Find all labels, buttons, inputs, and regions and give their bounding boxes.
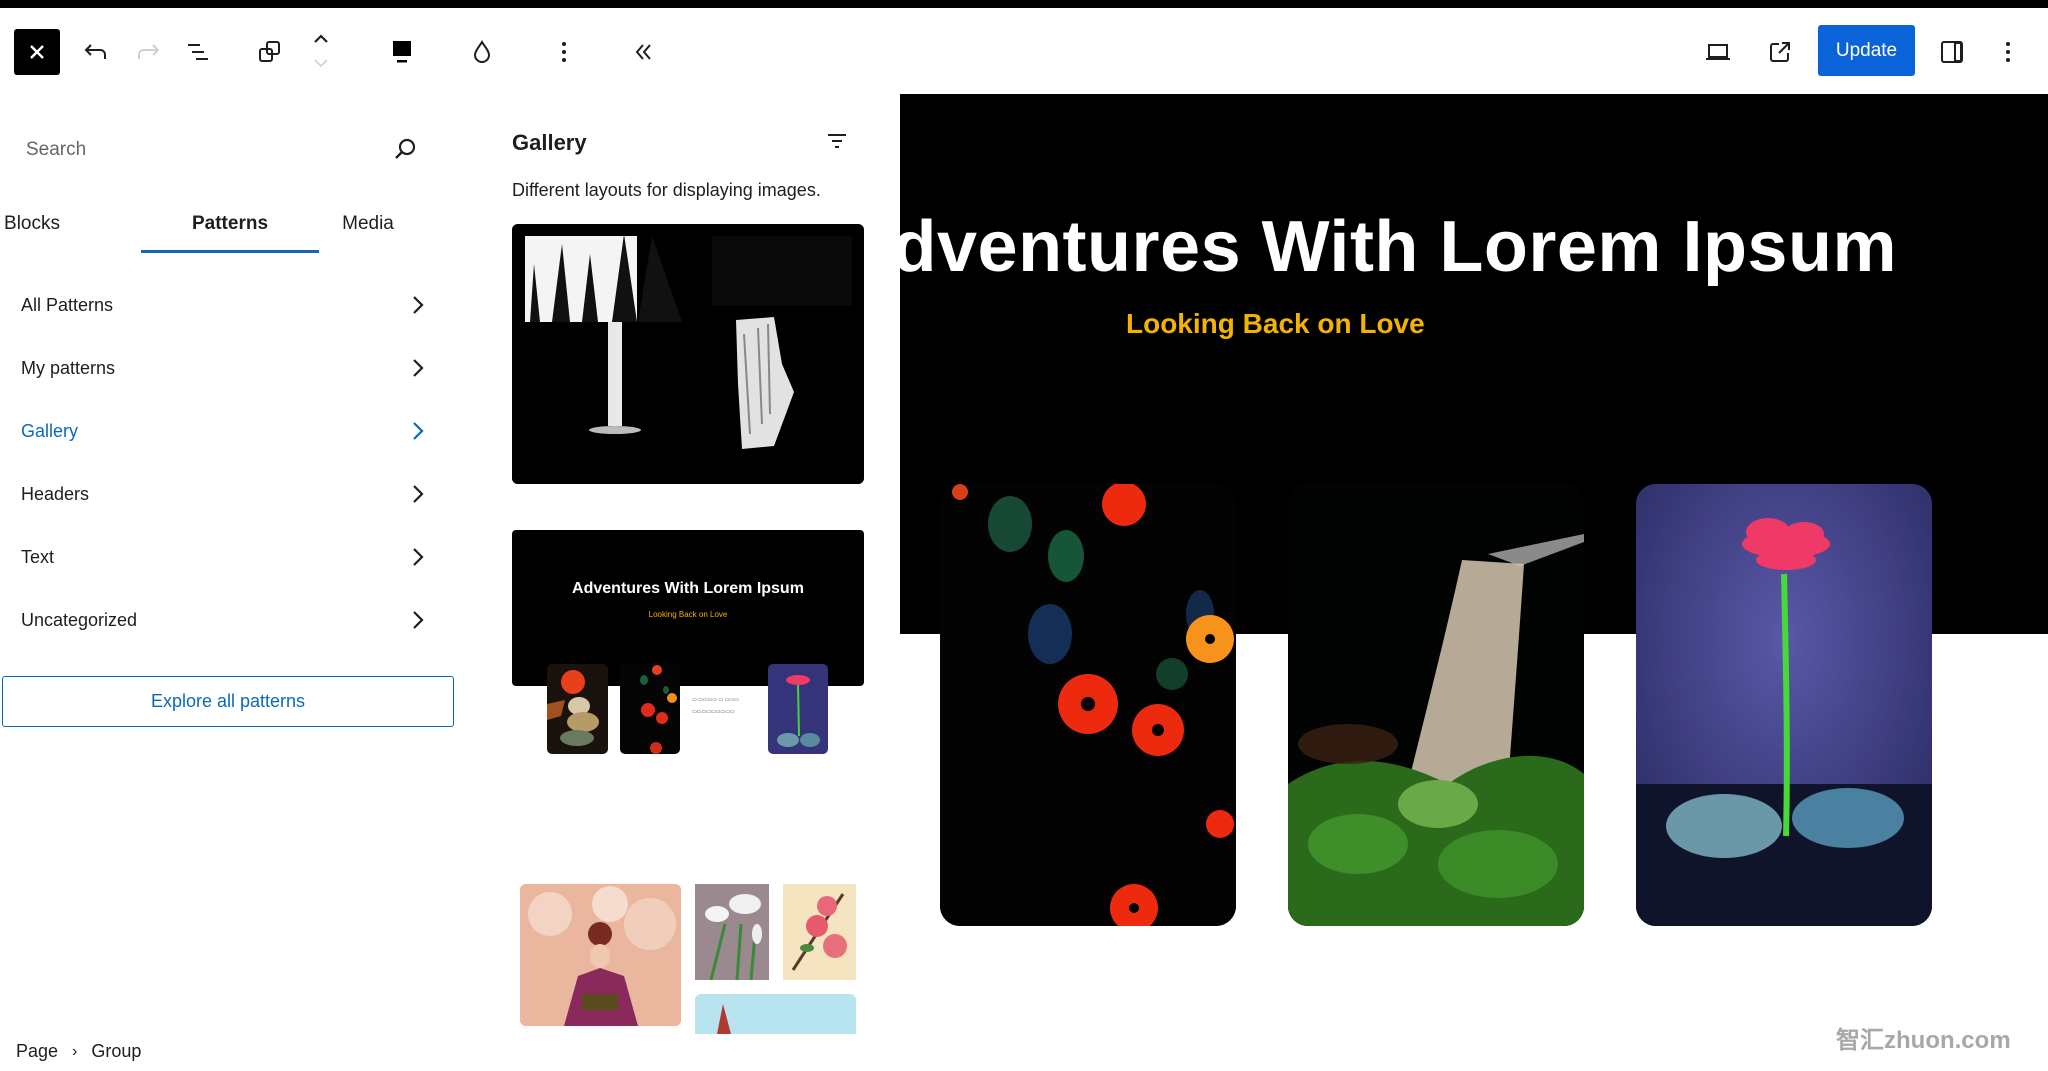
undo-icon [84,44,106,59]
pattern-category-panel: Gallery Different layouts for displaying… [480,94,880,1071]
more-options-button[interactable] [546,34,582,70]
category-label: Uncategorized [21,610,138,630]
chevron-right-icon [413,359,424,377]
preview-sky-boat [695,994,856,1034]
pattern-category-description: Different layouts for displaying images. [512,180,821,200]
search-icon[interactable] [392,136,418,162]
gallery-image-red-flowers[interactable] [940,484,1236,926]
pattern-category-title: Gallery [512,130,587,155]
pattern-preview-waterfalls[interactable] [512,224,864,484]
chevron-right-icon [413,485,424,503]
external-link-icon [1770,42,1790,62]
move-up-button[interactable] [310,28,332,50]
inserter-search [0,124,440,174]
editor-toolbar: Update [0,8,2048,94]
preview-thumb-stones [547,664,608,754]
window-top-edge [0,0,2048,8]
category-gallery[interactable]: Gallery [0,400,460,463]
list-view-icon [188,44,208,60]
undo-button[interactable] [78,34,114,70]
editor-canvas: Adventures With Lorem Ipsum Looking Back… [900,94,2048,1071]
collapse-toolbar-button[interactable] [626,34,662,70]
block-type-button[interactable] [252,34,288,70]
preview-thumb-gerbera [768,664,828,754]
settings-sidebar-button[interactable] [1934,34,1970,70]
block-inserter-panel: Blocks Patterns Media All Patterns My pa… [0,94,460,1071]
category-headers[interactable]: Headers [0,463,460,526]
redo-button[interactable] [130,34,166,70]
preview-hero-background [512,530,864,686]
duplicate-block-icon [259,41,280,62]
active-tab-indicator [141,250,319,253]
inserter-tabs: Blocks Patterns Media [0,194,460,254]
breadcrumb-item-page[interactable]: Page [16,1041,58,1062]
category-my-patterns[interactable]: My patterns [0,337,460,400]
preview-red-blossoms [783,884,856,980]
explore-all-patterns-button[interactable]: Explore all patterns [2,676,454,727]
category-label: All Patterns [21,295,114,315]
category-all-patterns[interactable]: All Patterns [0,274,460,337]
redo-icon [138,44,160,59]
chevron-up-icon [314,34,328,43]
pattern-preview-adventures[interactable]: Adventures With Lorem Ipsum Looking Back… [512,530,864,760]
hero-subheading[interactable]: Looking Back on Love [1126,308,1425,340]
color-button[interactable] [464,34,500,70]
preview-woman-in-kimono [520,884,681,1026]
waterfall-gallery-image [512,224,864,484]
category-text[interactable]: Text [0,526,460,589]
gallery-image-watering-can[interactable] [1288,484,1584,926]
more-vertical-icon [562,42,566,62]
filter-icon[interactable] [826,130,848,152]
desktop-preview-icon [1706,44,1730,60]
category-uncategorized[interactable]: Uncategorized [0,589,460,652]
double-chevron-left-icon [635,44,651,60]
chevron-right-icon [413,422,424,440]
more-vertical-icon [2006,42,2010,62]
tab-patterns[interactable]: Patterns [141,194,319,254]
update-button[interactable]: Update [1818,25,1915,76]
chevron-down-icon [314,59,328,68]
close-icon [30,45,44,59]
preview-hero-title: Adventures With Lorem Ipsum [572,580,804,597]
breadcrumb-separator-icon: › [72,1042,78,1060]
category-label: Gallery [21,421,79,441]
block-breadcrumb: Page › Group [16,1041,141,1062]
tab-media[interactable]: Media [318,194,418,254]
move-down-button[interactable] [310,52,332,74]
preview-missing-image-text: ▭ ▭▭▭▭ ▭ ▭▭▭ ▭▭▭▭▭▭▭▭▭ [692,697,739,715]
preview-hero-subtitle: Looking Back on Love [648,610,728,619]
sidebar-toggle-icon [1941,41,1963,63]
close-inserter-button[interactable] [14,29,60,75]
tab-blocks[interactable]: Blocks [0,194,64,254]
search-input[interactable] [14,132,394,168]
preview-thumb-red-flowers [620,664,680,754]
category-label: Text [21,547,55,567]
list-view-button[interactable] [180,34,216,70]
chevron-right-icon [413,611,424,629]
gallery-image-gerbera[interactable] [1636,484,1932,926]
block-align-icon [393,41,411,63]
chevron-right-icon [413,548,424,566]
breadcrumb-item-group[interactable]: Group [91,1041,141,1062]
category-label: My patterns [21,358,116,378]
align-button[interactable] [384,34,420,70]
preview-white-iris [695,884,769,980]
view-page-button[interactable] [1762,34,1798,70]
pattern-preview-vintage-art[interactable] [512,884,864,1034]
droplet-icon [473,40,491,63]
category-label: Headers [21,484,90,504]
watermark-text: 智汇zhuon.com [1836,1027,2011,1054]
chevron-right-icon [413,296,424,314]
hero-heading[interactable]: Adventures With Lorem Ipsum [900,206,1897,288]
pattern-category-list: All Patterns My patterns Gallery Headers… [0,274,460,652]
preview-button[interactable] [1700,34,1736,70]
editor-options-button[interactable] [1990,34,2026,70]
